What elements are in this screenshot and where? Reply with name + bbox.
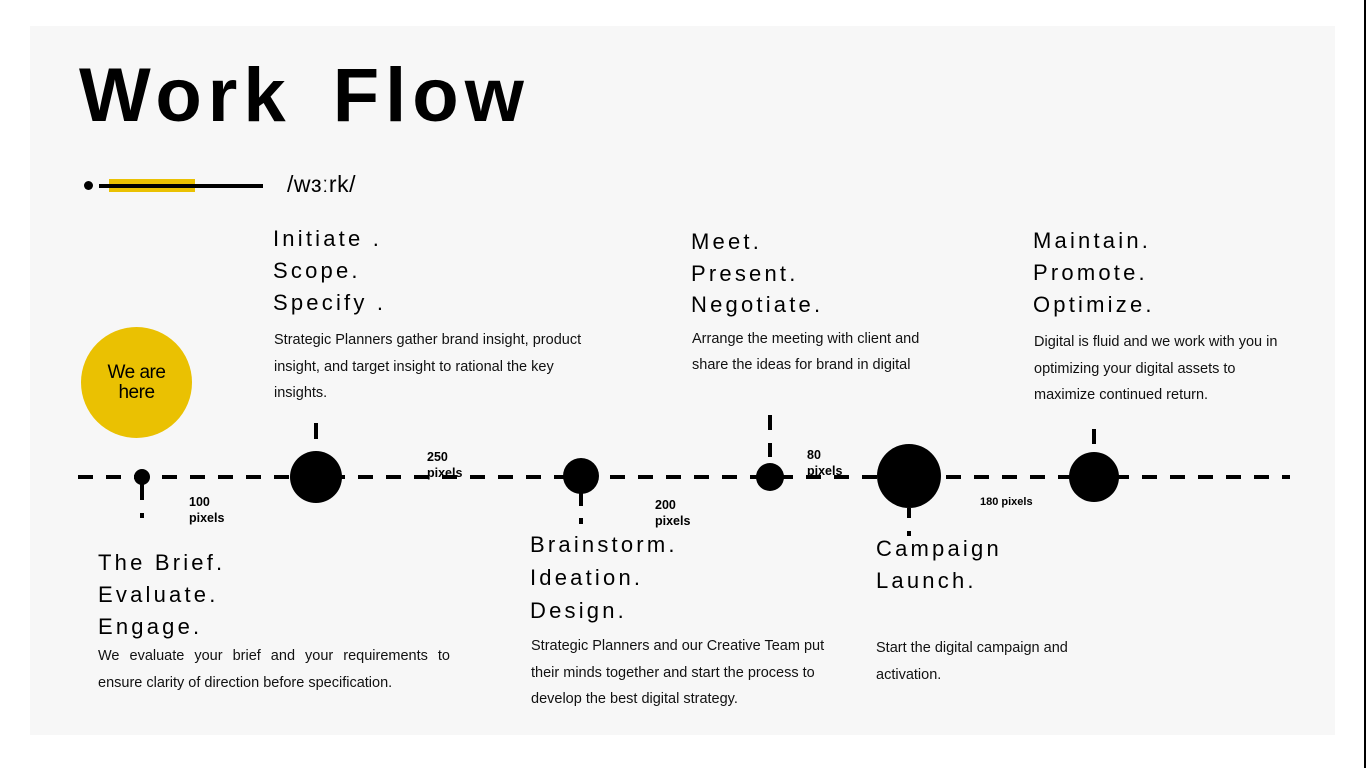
timeline-node-dot: [877, 444, 941, 508]
timeline-node-dot: [563, 458, 599, 494]
stage-heading-line: Initiate .: [273, 226, 383, 251]
timeline-node-start: [134, 469, 150, 518]
timeline-node-campaign: [877, 444, 941, 536]
timeline-tick: [140, 483, 144, 500]
timeline-tick: [579, 518, 583, 524]
stage-heading-line: Ideation.: [530, 565, 644, 590]
timeline-node-maintain: [1069, 429, 1119, 502]
timeline-node-dot: [756, 463, 784, 491]
timeline-tick: [907, 508, 911, 518]
stage-heading-line: Promote.: [1033, 260, 1148, 285]
stage-description: Strategic Planners gather brand insight,…: [274, 332, 582, 401]
timeline-tick: [579, 492, 583, 506]
stage-heading-line: Optimize.: [1033, 292, 1155, 317]
timeline-node-initiate: [290, 423, 342, 503]
stage-heading-line: Campaign: [876, 536, 1002, 561]
distance-label: 200 pixels: [655, 498, 691, 528]
stage-heading: Brainstorm. Ideation. Design.: [530, 528, 678, 627]
stage-heading-line: Meet.: [691, 229, 763, 254]
stage-heading-line: Scope.: [273, 258, 361, 283]
stage-description: Digital is fluid and we work with you in…: [1034, 334, 1278, 403]
timeline-tick: [314, 423, 318, 439]
stage-heading: Meet. Present. Negotiate.: [691, 226, 823, 321]
timeline-node-meet: [756, 415, 784, 491]
stage-heading: The Brief. Evaluate. Engage.: [98, 547, 225, 643]
stage-heading-line: Design.: [530, 598, 627, 623]
stage-description: Arrange the meeting with client and shar…: [692, 331, 920, 373]
stage-heading: Initiate . Scope. Specify .: [273, 223, 386, 319]
stage-heading-line: Evaluate.: [98, 582, 219, 607]
distance-label: 100 pixels: [189, 495, 225, 525]
stage-heading-line: Present.: [691, 260, 799, 286]
timeline-node-dot: [134, 469, 150, 485]
distance-label: 250 pixels: [427, 450, 463, 480]
stage-description: Start the digital campaign and activatio…: [876, 640, 1068, 683]
distance-label: 80 pixels: [807, 448, 843, 478]
stage-heading: Campaign Launch.: [876, 533, 1002, 597]
stage-heading: Maintain. Promote. Optimize.: [1033, 225, 1155, 321]
timeline-node-dot: [290, 451, 342, 503]
stage-heading-line: Negotiate.: [691, 292, 824, 317]
stage-description: Strategic Planners and our Creative Team…: [531, 638, 825, 707]
stage-heading-line: Brainstorm.: [530, 532, 678, 557]
stage-heading-line: Launch.: [876, 568, 977, 593]
timeline-node-dot: [1069, 452, 1119, 502]
timeline-tick: [768, 443, 772, 457]
timeline-node-brainstorm: [563, 458, 599, 524]
stage-description: We evaluate your brief and your requirem…: [98, 648, 450, 691]
stage-heading-line: The Brief.: [98, 550, 226, 575]
timeline-tick: [1092, 429, 1096, 444]
stage-heading-line: Maintain.: [1033, 228, 1152, 253]
timeline-tick: [140, 513, 144, 518]
stage-heading-line: Engage.: [98, 614, 203, 639]
timeline-tick: [768, 415, 772, 430]
stage-heading-line: Specify .: [273, 290, 387, 315]
distance-label: 180 pixels: [980, 496, 1033, 508]
